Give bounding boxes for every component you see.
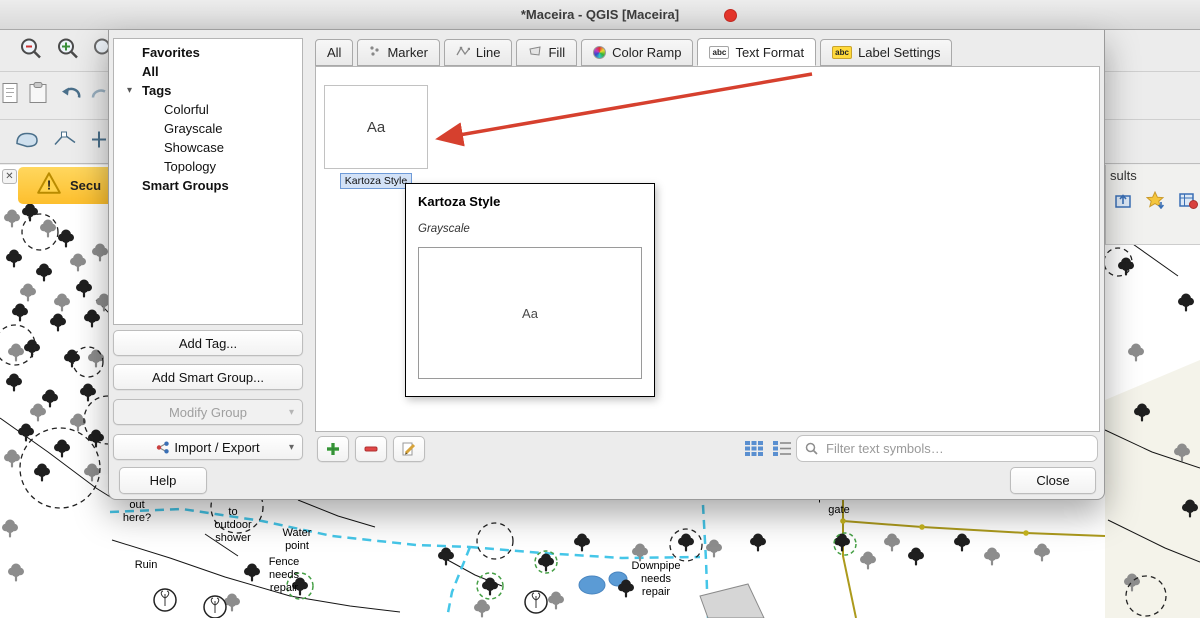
label-settings-icon: abc <box>832 46 852 59</box>
digitize-polygon-icon[interactable] <box>14 129 40 154</box>
search-input[interactable] <box>824 440 1089 457</box>
zoom-out-icon[interactable] <box>18 35 44 66</box>
clear-results-icon[interactable] <box>1178 191 1198 214</box>
import-export-label: Import / Export <box>174 440 259 455</box>
open-result-icon[interactable] <box>1114 191 1134 214</box>
tab-label: Label Settings <box>858 45 940 60</box>
style-groups-panel: Favorites All ▾ Tags Colorful Grayscale … <box>113 38 303 325</box>
add-tag-button[interactable]: Add Tag... <box>113 330 303 356</box>
document-icon[interactable] <box>2 82 20 109</box>
results-panel: sults <box>1105 165 1200 245</box>
move-feature-icon[interactable] <box>90 129 108 154</box>
chevron-down-icon[interactable]: ▾ <box>127 81 132 100</box>
map-poi-symbols <box>154 589 547 618</box>
vertex-tool-icon[interactable] <box>52 129 78 154</box>
group-item-favorites[interactable]: Favorites <box>114 43 302 62</box>
message-bar: ! Secu <box>18 167 108 204</box>
zoom-full-icon[interactable] <box>55 35 81 66</box>
pencil-icon <box>401 441 418 457</box>
list-view-icon <box>772 440 792 457</box>
tab-color-ramp[interactable]: Color Ramp <box>581 39 693 66</box>
edit-item-button[interactable] <box>393 436 425 462</box>
modify-group-button: Modify Group ▾ <box>113 399 303 425</box>
icon-view-toggle[interactable] <box>738 439 760 459</box>
paste-icon[interactable] <box>28 81 50 110</box>
undo-icon[interactable] <box>58 82 84 109</box>
plus-icon <box>325 441 341 457</box>
style-item-label[interactable]: Kartoza Style <box>340 173 412 189</box>
search-icon <box>805 442 818 455</box>
tab-all[interactable]: All <box>315 39 353 66</box>
warning-icon: ! <box>36 171 62 200</box>
modify-group-label: Modify Group <box>169 405 247 420</box>
group-item-topology[interactable]: Topology <box>114 157 302 176</box>
group-item-grayscale[interactable]: Grayscale <box>114 119 302 138</box>
share-icon <box>156 441 169 454</box>
text-format-icon: abc <box>709 46 729 59</box>
record-indicator-dot <box>724 9 737 22</box>
results-panel-title: sults <box>1106 165 1200 183</box>
map-field-polygon <box>1105 360 1200 618</box>
fill-icon <box>528 45 542 60</box>
tab-line[interactable]: Line <box>444 39 513 66</box>
tab-label: All <box>327 45 341 60</box>
remove-item-button[interactable] <box>355 436 387 462</box>
marker-icon <box>369 45 381 60</box>
map-building <box>700 584 764 618</box>
group-item-colorful[interactable]: Colorful <box>114 100 302 119</box>
tooltip-title: Kartoza Style <box>418 194 642 209</box>
close-message-icon[interactable]: ✕ <box>2 169 17 184</box>
add-smart-group-button[interactable]: Add Smart Group... <box>113 364 303 390</box>
svg-text:!: ! <box>47 178 51 193</box>
style-item-kartoza[interactable]: Aa Kartoza Style <box>324 85 428 189</box>
minus-icon <box>363 441 379 457</box>
filter-search-field[interactable] <box>796 435 1098 462</box>
chevron-down-icon: ▾ <box>289 407 294 418</box>
tab-label: Text Format <box>735 45 804 60</box>
save-result-icon[interactable] <box>1146 191 1166 214</box>
add-item-button[interactable] <box>317 436 349 462</box>
message-bar-text: Secu <box>70 178 101 193</box>
tab-label: Marker <box>387 45 427 60</box>
tooltip-preview: Aa <box>418 247 642 379</box>
tab-label: Fill <box>548 45 565 60</box>
group-item-all[interactable]: All <box>114 62 302 81</box>
grid-view-icon <box>744 440 764 457</box>
tab-label: Color Ramp <box>612 45 681 60</box>
tab-label: Line <box>476 45 501 60</box>
map-lines-cyan <box>110 505 708 618</box>
map-green-circles <box>287 533 856 599</box>
tab-text-format[interactable]: abc Text Format <box>697 38 816 66</box>
group-item-tags[interactable]: ▾ Tags <box>114 81 302 100</box>
map-lines-olive <box>843 492 1105 618</box>
redo-icon[interactable] <box>90 82 108 109</box>
style-item-preview[interactable]: Aa <box>324 85 428 169</box>
style-tooltip: Kartoza Style Grayscale Aa <box>405 183 655 397</box>
tooltip-tag: Grayscale <box>418 223 642 235</box>
line-icon <box>456 45 470 60</box>
group-item-smart-groups[interactable]: Smart Groups <box>114 176 302 195</box>
help-button[interactable]: Help <box>119 467 207 494</box>
group-item-tags-label: Tags <box>142 83 171 98</box>
group-item-showcase[interactable]: Showcase <box>114 138 302 157</box>
tab-fill[interactable]: Fill <box>516 39 577 66</box>
list-view-toggle[interactable] <box>766 439 788 459</box>
symbol-type-tabs: All Marker Line Fill Color Ramp abc Text… <box>315 38 952 66</box>
tab-label-settings[interactable]: abc Label Settings <box>820 39 952 66</box>
import-export-button[interactable]: Import / Export ▾ <box>113 434 303 460</box>
chevron-down-icon: ▾ <box>289 442 294 453</box>
tab-marker[interactable]: Marker <box>357 39 439 66</box>
title-bar: *Maceira - QGIS [Maceira] <box>0 0 1200 30</box>
window-title: *Maceira - QGIS [Maceira] <box>521 7 679 22</box>
close-button[interactable]: Close <box>1010 467 1096 494</box>
color-ramp-icon <box>593 46 606 59</box>
